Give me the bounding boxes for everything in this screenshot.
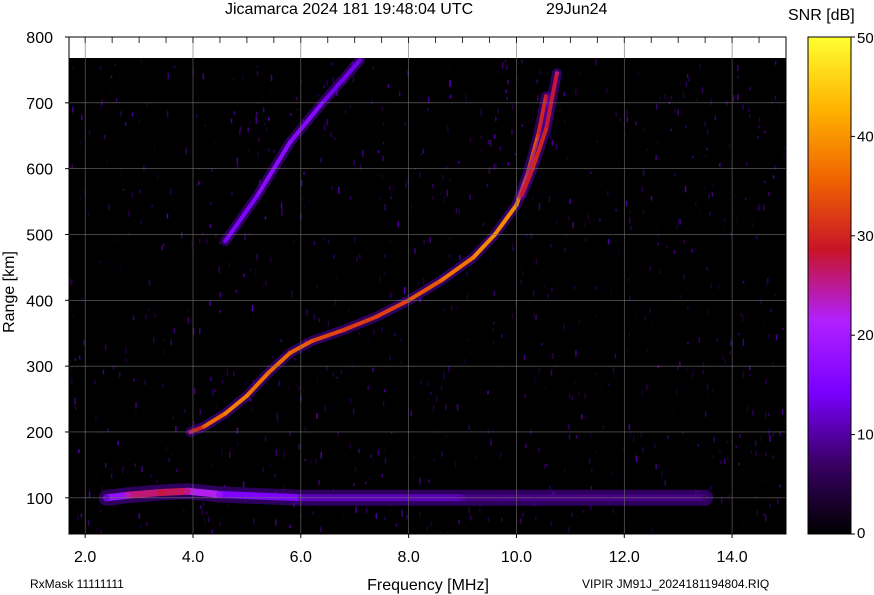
x-tick-label: 6.0 xyxy=(290,549,312,566)
trace-point xyxy=(244,393,249,398)
y-tick-label: 800 xyxy=(26,30,53,47)
trace-segment xyxy=(184,487,224,498)
y-tick-label: 200 xyxy=(26,425,53,442)
trace-point xyxy=(358,58,363,62)
trace-point xyxy=(266,370,271,375)
colorbar-tick-label: 40 xyxy=(857,128,874,145)
trace-point xyxy=(255,193,260,197)
y-tick-label: 500 xyxy=(26,227,53,244)
trace-point xyxy=(223,239,228,244)
y-axis: 100 200 300 400 500 600 700 800 xyxy=(26,30,69,508)
trace-point xyxy=(309,339,314,344)
y-tick-label: 400 xyxy=(26,293,53,310)
trace-point xyxy=(201,424,206,429)
y-tick-label: 300 xyxy=(26,359,53,376)
x-tick-label: 8.0 xyxy=(398,549,420,566)
colorbar-tick-label: 50 xyxy=(857,30,874,47)
y-axis-label: Range [km] xyxy=(1,251,18,333)
colorbar-tick-label: 30 xyxy=(857,228,874,245)
trace-point xyxy=(439,278,443,283)
chart-date: 29Jun24 xyxy=(546,1,607,18)
trace-point xyxy=(223,411,228,416)
x-tick-label: 12.0 xyxy=(609,549,640,566)
trace-point xyxy=(288,140,292,145)
footer-rxmask: RxMask 11111111 xyxy=(30,577,124,591)
trace-point xyxy=(216,491,223,498)
trace-point xyxy=(471,255,476,260)
trace-point xyxy=(519,193,524,197)
trace-point xyxy=(184,488,191,495)
trace-point xyxy=(544,127,549,132)
x-tick-label: 2.0 xyxy=(74,549,96,566)
x-tick-label: 10.0 xyxy=(501,549,532,566)
y-tick-label: 600 xyxy=(26,162,53,179)
colorbar-label: SNR [dB] xyxy=(788,7,855,24)
trace-point xyxy=(288,351,292,355)
x-axis-label: Frequency [MHz] xyxy=(367,577,489,594)
colorbar-tick-label: 0 xyxy=(857,525,865,542)
trace-point xyxy=(125,492,132,499)
y-tick-label: 700 xyxy=(26,96,53,113)
colorbar-tick-label: 20 xyxy=(857,327,874,344)
x-tick-label: 4.0 xyxy=(182,549,204,566)
ionogram-figure: Jicamarca 2024 181 19:48:04 UTC 29Jun24 … xyxy=(1,1,874,594)
colorbar-tick-label: 10 xyxy=(857,427,874,444)
trace-segment xyxy=(124,489,165,499)
chart-title: Jicamarca 2024 181 19:48:04 UTC xyxy=(225,1,473,18)
trace-segment xyxy=(157,487,192,496)
trace-point xyxy=(554,71,559,76)
trace-point xyxy=(341,327,346,332)
trace-segment xyxy=(216,491,305,502)
trace-point xyxy=(157,489,164,496)
colorbar-ticks: 0 10 20 30 40 50 xyxy=(851,30,874,542)
trace-point xyxy=(374,314,379,319)
colorbar xyxy=(807,36,852,535)
trace-0 xyxy=(98,483,714,506)
footer-filename: VIPIR JM91J_2024181194804.RIQ xyxy=(582,577,769,591)
x-tick-label: 14.0 xyxy=(717,549,748,566)
y-tick-label: 100 xyxy=(26,491,53,508)
